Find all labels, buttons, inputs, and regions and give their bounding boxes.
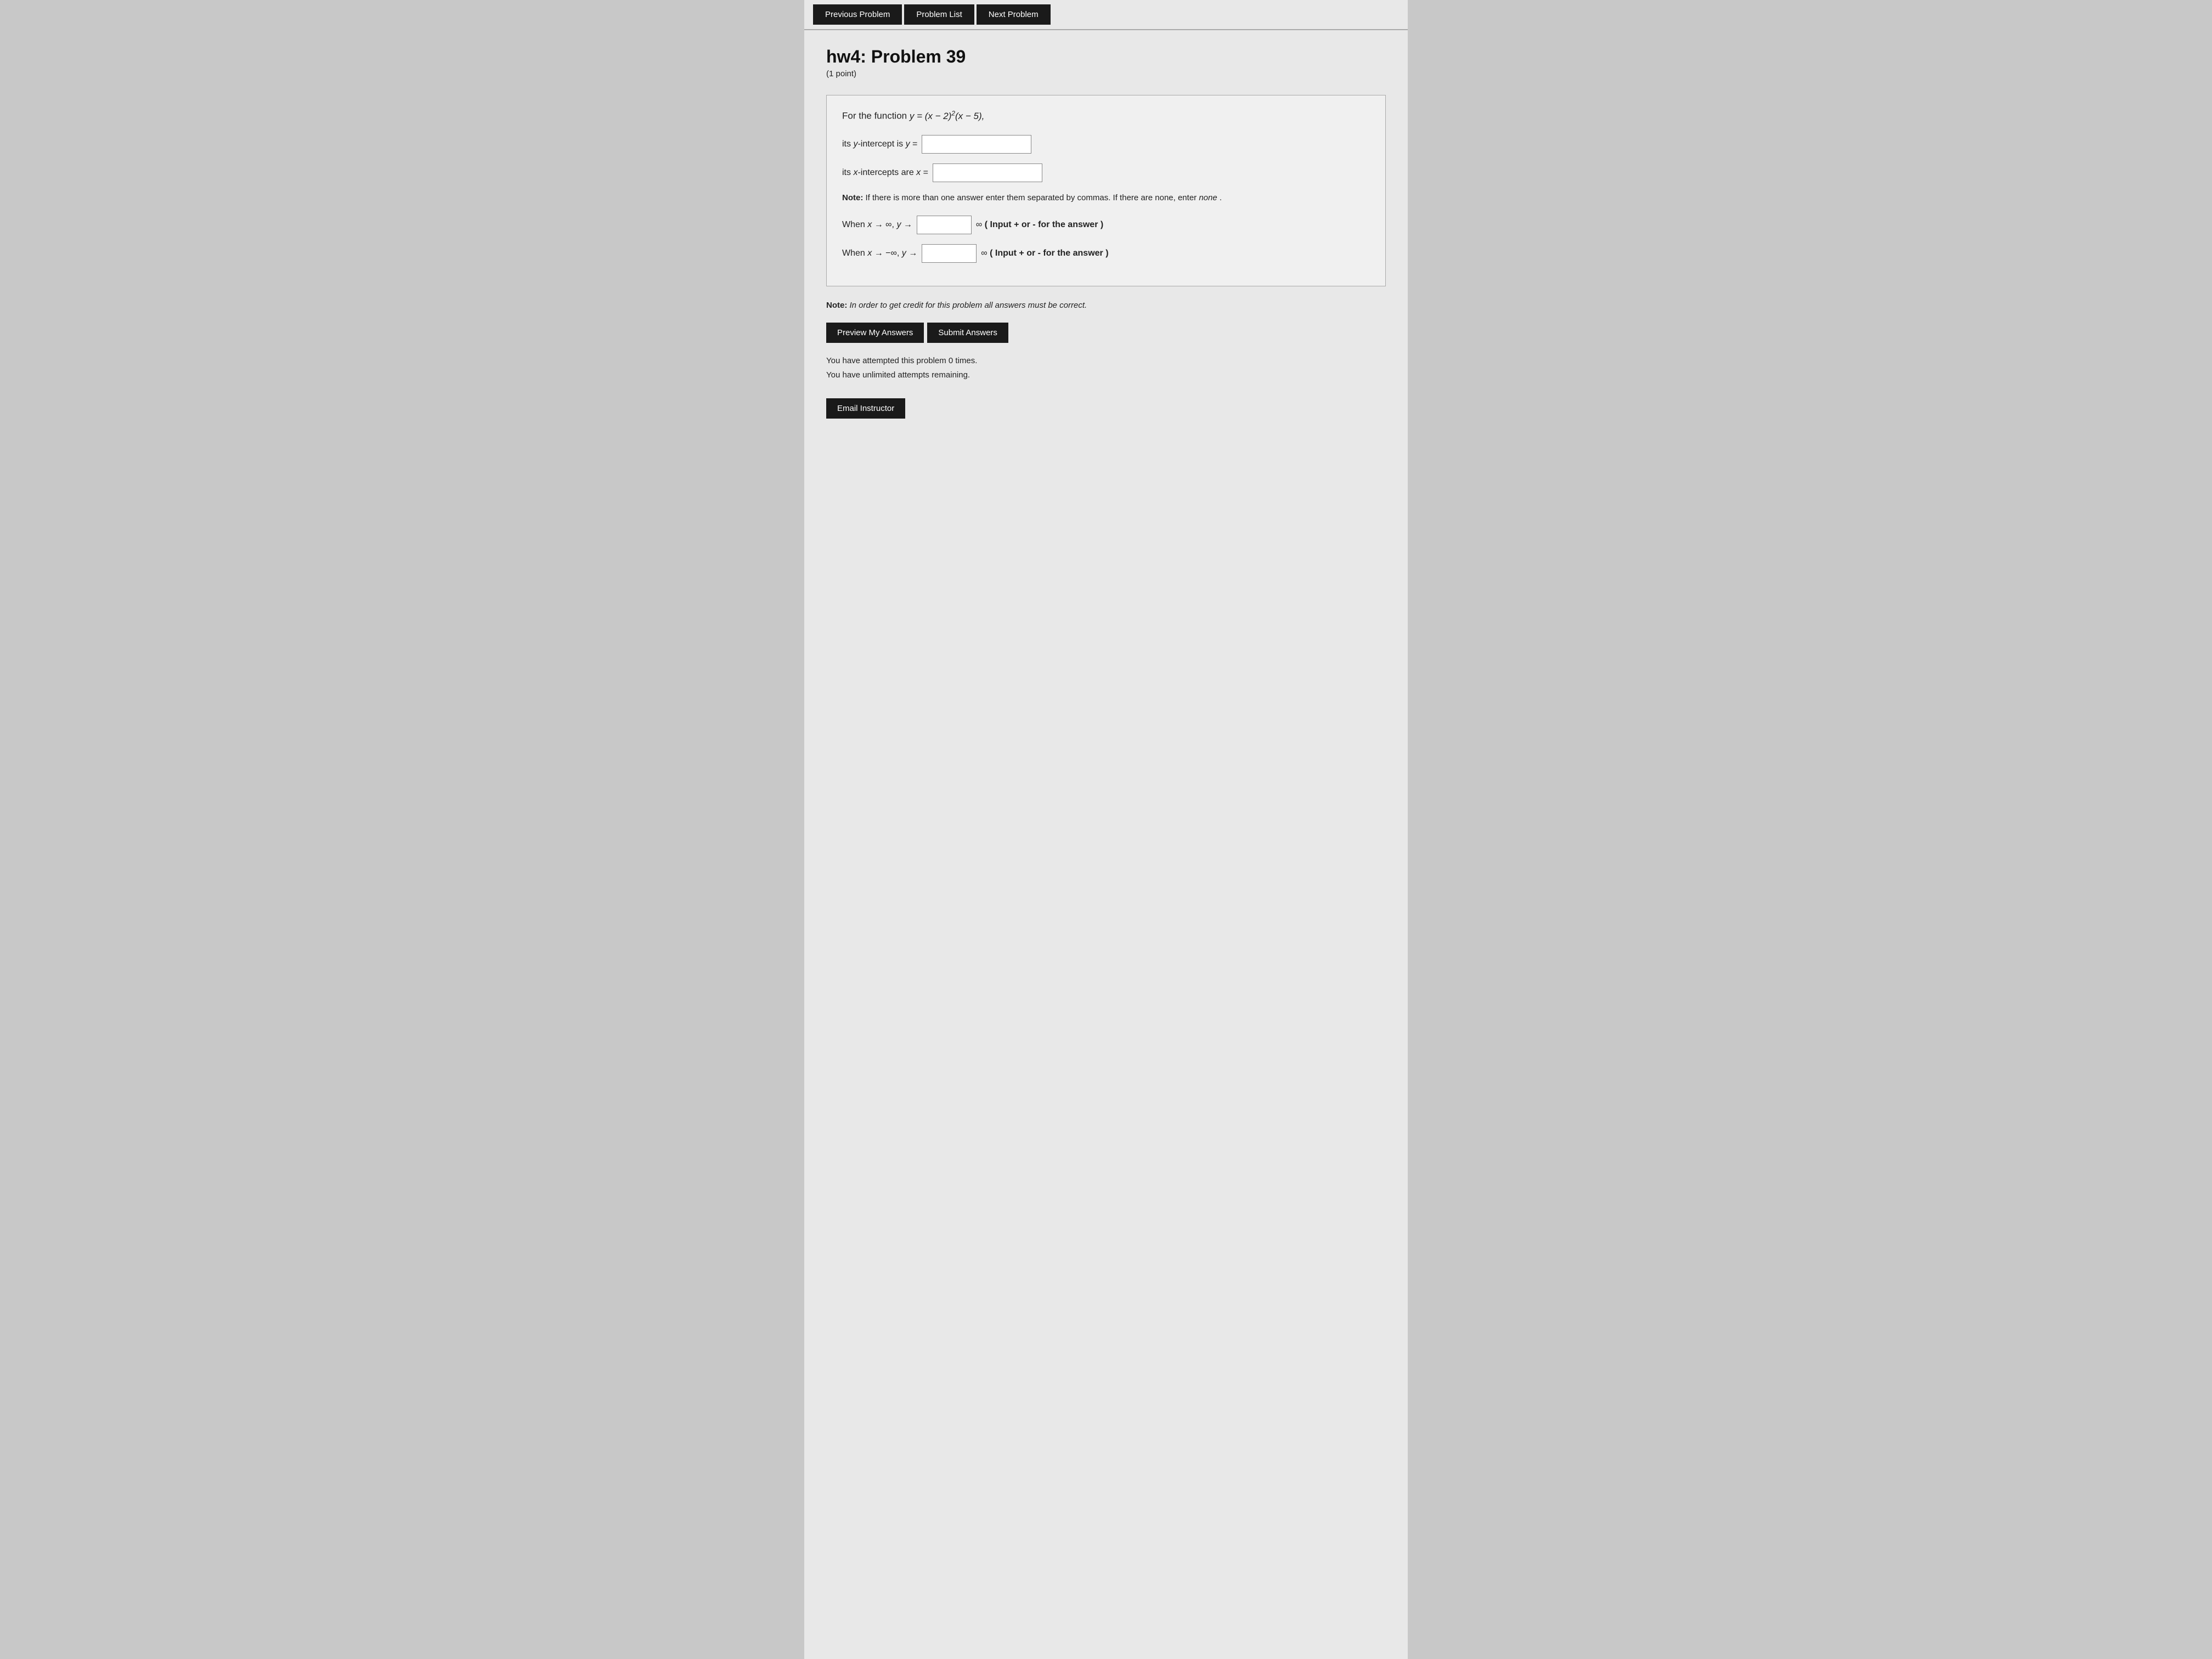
preview-answers-button[interactable]: Preview My Answers [826, 323, 924, 343]
problem-title: hw4: Problem 39 [826, 47, 1386, 67]
email-instructor-button[interactable]: Email Instructor [826, 398, 905, 419]
neg-infinity-row: When x → −∞, y → ∞ ( Input + or - for th… [842, 244, 1370, 263]
neg-infinity-label: When x → −∞, y → [842, 249, 917, 258]
pos-infinity-row: When x → ∞, y → ∞ ( Input + or - for the… [842, 216, 1370, 234]
attempts-info: You have attempted this problem 0 times.… [826, 354, 1386, 382]
attempts-line1: You have attempted this problem 0 times. [826, 354, 1386, 368]
previous-problem-button[interactable]: Previous Problem [813, 4, 902, 25]
next-problem-button[interactable]: Next Problem [977, 4, 1051, 25]
problem-function-statement: For the function y = (x − 2)2(x − 5), [842, 109, 1370, 123]
main-content: hw4: Problem 39 (1 point) For the functi… [804, 30, 1408, 435]
submit-answers-button[interactable]: Submit Answers [927, 323, 1008, 343]
note-label: Note: [842, 193, 863, 202]
nav-bar: Previous Problem Problem List Next Probl… [804, 0, 1408, 30]
x-intercept-input[interactable] [933, 163, 1042, 182]
x-intercept-label: its x-intercepts are x = [842, 168, 928, 178]
pos-infinity-suffix: ∞ ( Input + or - for the answer ) [976, 220, 1103, 230]
problem-points: (1 point) [826, 69, 1386, 78]
pos-infinity-label: When x → ∞, y → [842, 220, 912, 230]
bottom-note-label: Note: [826, 301, 847, 310]
y-intercept-input[interactable] [922, 135, 1031, 154]
x-intercept-row: its x-intercepts are x = [842, 163, 1370, 182]
function-text-prefix: For the function [842, 111, 910, 121]
problem-box: For the function y = (x − 2)2(x − 5), it… [826, 95, 1386, 286]
neg-infinity-suffix: ∞ ( Input + or - for the answer ) [981, 249, 1108, 258]
bottom-note: Note: In order to get credit for this pr… [826, 300, 1386, 312]
note-body: If there is more than one answer enter t… [866, 193, 1222, 202]
bottom-note-text: In order to get credit for this problem … [850, 301, 1087, 310]
note-multiple-answers: Note: If there is more than one answer e… [842, 192, 1370, 205]
function-math: y = (x − 2)2(x − 5), [910, 111, 985, 121]
attempts-line2: You have unlimited attempts remaining. [826, 368, 1386, 382]
pos-infinity-input[interactable] [917, 216, 972, 234]
note-none: none [1199, 193, 1217, 202]
y-intercept-row: its y-intercept is y = [842, 135, 1370, 154]
action-buttons: Preview My Answers Submit Answers [826, 323, 1386, 343]
neg-infinity-input[interactable] [922, 244, 977, 263]
y-intercept-label: its y-intercept is y = [842, 139, 917, 149]
problem-list-button[interactable]: Problem List [904, 4, 974, 25]
